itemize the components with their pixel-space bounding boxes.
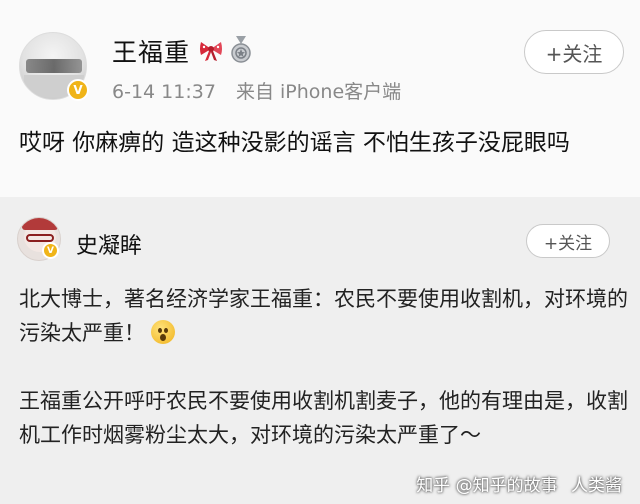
- bow-ribbon-icon: [200, 42, 222, 61]
- watermark-author: 人类酱: [571, 476, 622, 496]
- repost-paragraph-2: 王福重公开呼吁农民不要使用收割机割麦子，他的有理由是，收割机工作时烟雾粉尘太大，…: [19, 389, 628, 447]
- reposted-post[interactable]: V 史凝眸 +关注 北大博士，著名经济学家王福重：农民不要使用收割机，对环境的污…: [0, 197, 640, 504]
- post-text: 哎呀 你麻痹的 造这种没影的谣言 不怕生孩子没屁眼吗: [19, 130, 570, 156]
- shocked-emoji-icon: [151, 320, 175, 344]
- main-post: V 王福重 6-14 11:37 来自 iPhone客户端 +关注 哎呀 你麻痹…: [0, 0, 640, 197]
- follow-button[interactable]: +关注: [524, 30, 624, 74]
- repost-text: 北大博士，著名经济学家王福重：农民不要使用收割机，对环境的污染太严重！ 王福重公…: [19, 282, 629, 452]
- post-timestamp: 6-14 11:37: [112, 81, 216, 103]
- verified-badge-icon: V: [67, 79, 89, 101]
- post-username[interactable]: 王福重: [112, 33, 190, 69]
- repost-paragraph: 北大博士，著名经济学家王福重：农民不要使用收割机，对环境的污染太严重！: [19, 282, 629, 350]
- medal-icon: [231, 36, 251, 63]
- watermark-source: 知乎 @知乎的故事: [416, 476, 558, 496]
- watermark: 知乎 @知乎的故事 人类酱: [408, 471, 622, 496]
- avatar-image-detail: [26, 59, 82, 73]
- post-meta: 6-14 11:37 来自 iPhone客户端: [112, 77, 415, 104]
- repost-username[interactable]: 史凝眸: [76, 228, 142, 260]
- avatar-image-detail: [26, 234, 54, 242]
- post-source: 来自 iPhone客户端: [235, 81, 402, 103]
- avatar-image-detail: [22, 218, 58, 230]
- follow-button[interactable]: +关注: [526, 224, 610, 258]
- screenshot-frame: V 王福重 6-14 11:37 来自 iPhone客户端 +关注 哎呀 你麻痹…: [0, 0, 640, 504]
- verified-badge-icon: V: [42, 242, 59, 259]
- repost-paragraph-1: 北大博士，著名经济学家王福重：农民不要使用收割机，对环境的污染太严重！: [19, 287, 628, 345]
